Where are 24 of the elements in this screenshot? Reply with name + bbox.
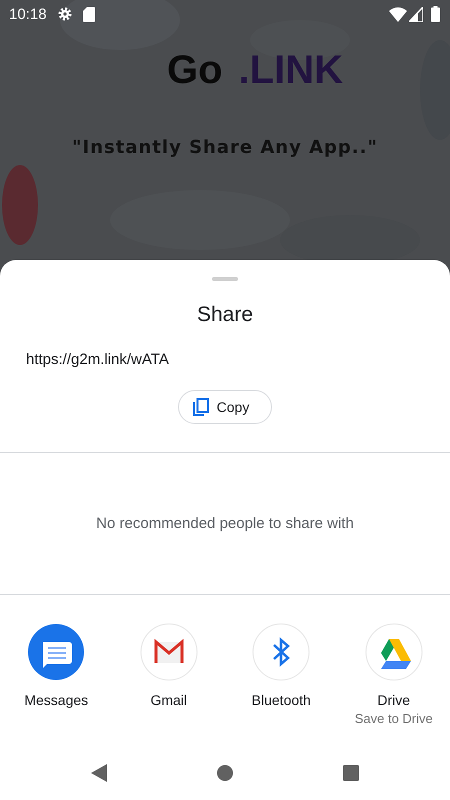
battery-icon — [431, 6, 440, 22]
signal-icon — [409, 6, 423, 22]
drag-handle[interactable] — [212, 277, 238, 281]
triangle-logo-icon[interactable] — [364, 623, 423, 681]
sheet-title: Share — [196, 303, 254, 327]
app-sublabel: Save to Drive — [354, 711, 433, 726]
logo-text: .LINK — [238, 48, 343, 93]
back-icon[interactable] — [91, 764, 107, 782]
app-label[interactable]: Gmail — [150, 692, 188, 708]
tagline: "Instantly Share Any App.." — [71, 137, 379, 158]
app-label[interactable]: Bluetooth — [252, 692, 311, 708]
copy-icon — [192, 398, 209, 416]
home-icon[interactable] — [217, 765, 233, 781]
copy-button[interactable]: Copy — [178, 390, 272, 424]
app-label[interactable]: Drive — [377, 692, 410, 708]
settings-icon — [56, 6, 73, 22]
status-time: 10:18 — [9, 6, 47, 22]
wifi-icon — [389, 6, 407, 22]
app-label[interactable]: Messages — [24, 692, 88, 708]
bluetooth-icon[interactable] — [252, 623, 310, 681]
envelope-icon[interactable] — [140, 623, 198, 681]
empty-message: No recommended people to share with — [96, 515, 354, 532]
messages-icon[interactable] — [27, 623, 86, 681]
logo-text: Go — [167, 48, 223, 93]
